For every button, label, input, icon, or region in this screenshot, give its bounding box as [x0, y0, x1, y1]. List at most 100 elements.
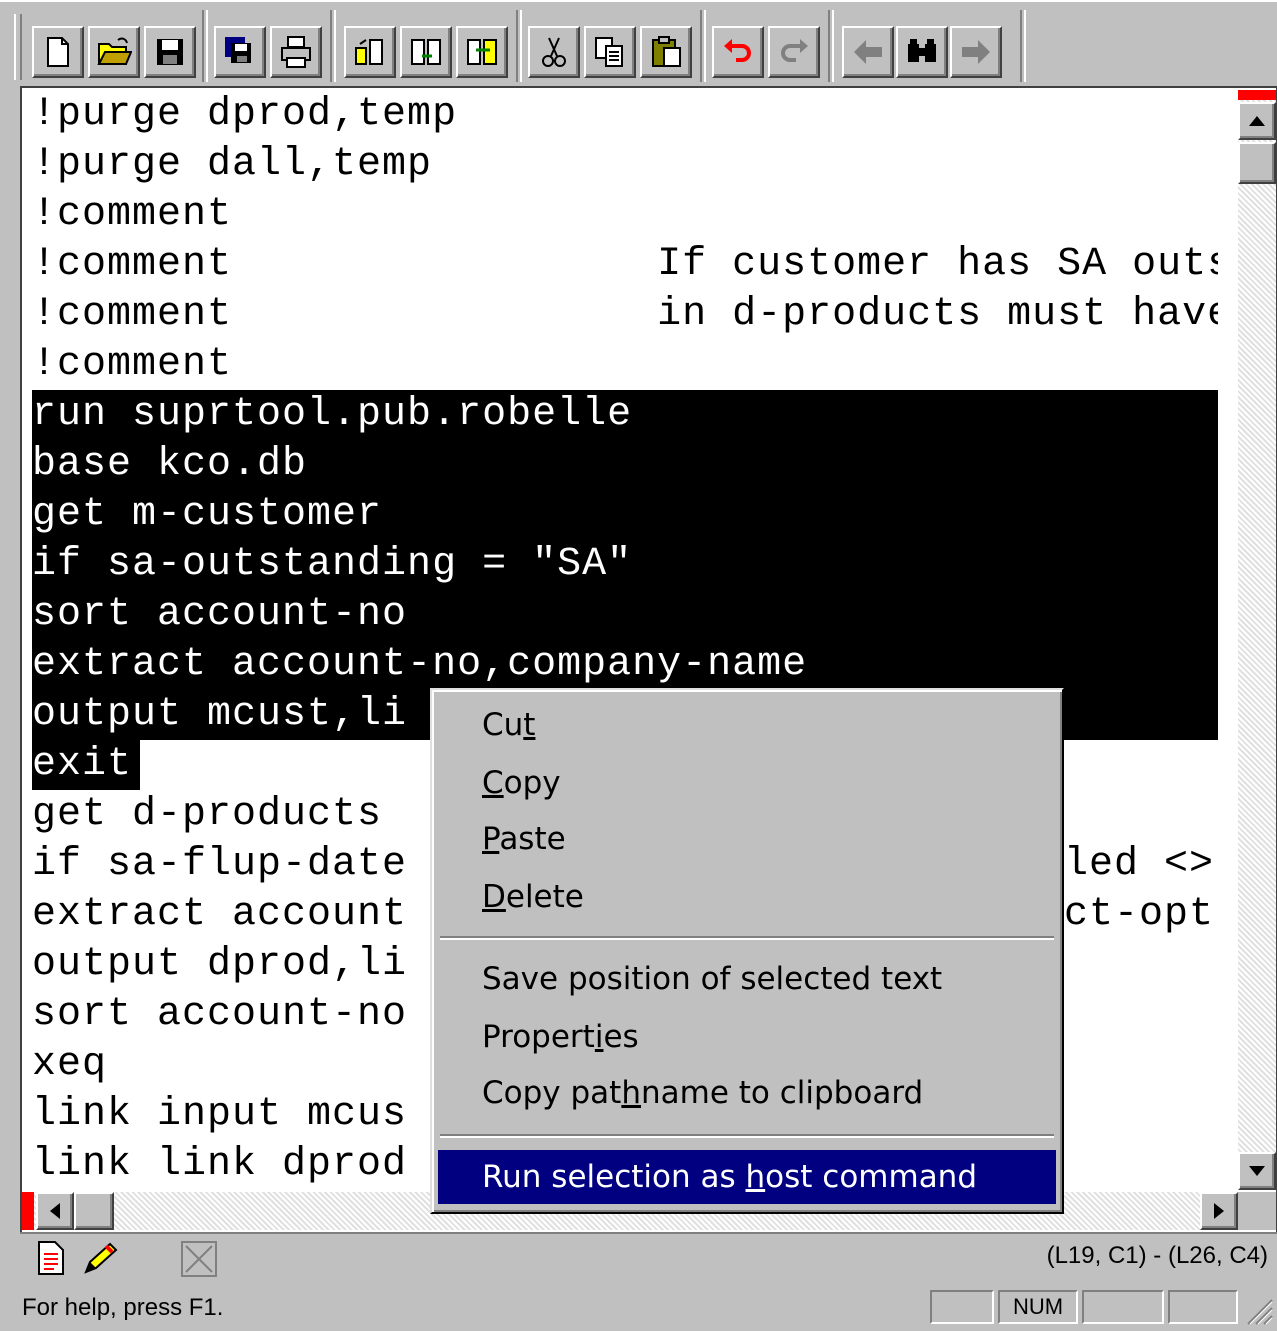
cut-button[interactable]: [528, 26, 580, 78]
document-icon[interactable]: [36, 1240, 66, 1281]
floppy-disk-icon: [157, 39, 183, 65]
open-folder-icon: [97, 37, 132, 65]
redo-arrow-icon: [781, 39, 808, 62]
scroll-down-button[interactable]: [1238, 1152, 1276, 1190]
code-line-selected: sort account-no: [32, 590, 408, 640]
clipboard-icon: [652, 36, 681, 67]
resize-grip-icon[interactable]: [1244, 1296, 1274, 1326]
red-position-marker: [1238, 90, 1276, 100]
toolbar-separator: [828, 10, 834, 82]
find-next-button[interactable]: [950, 26, 1002, 78]
right-arrow-icon: [962, 40, 990, 64]
print-button[interactable]: [270, 26, 322, 78]
new-document-icon: [47, 37, 69, 67]
open-folder-button[interactable]: [88, 26, 140, 78]
code-line-selected: output mcust,li: [32, 690, 408, 740]
code-line: xeq: [32, 1042, 108, 1087]
toolbar-separator: [202, 10, 208, 82]
menu-item-properties[interactable]: Properties: [438, 1010, 1056, 1064]
scroll-right-button[interactable]: [1200, 1192, 1238, 1230]
right-arrow-icon: [1214, 1203, 1224, 1219]
selection-position: (L19, C1) - (L26, C4): [1046, 1242, 1268, 1269]
context-menu: Cut Copy Paste Delete Save position of s…: [430, 688, 1064, 1214]
file-transfer-icon: [355, 39, 383, 65]
toolbar: [0, 0, 1277, 88]
code-line-selected: if sa-outstanding = "SA": [32, 540, 633, 590]
file-transfer-icon: [411, 39, 441, 65]
code-line: !comment: [32, 342, 233, 387]
toolbar-separator: [700, 10, 706, 82]
code-line: !purge dprod,temp: [32, 92, 458, 137]
horizontal-scroll-thumb[interactable]: [74, 1192, 114, 1230]
paste-button[interactable]: [640, 26, 692, 78]
code-line: link link dprod: [32, 1142, 408, 1187]
code-line: get d-products: [32, 792, 383, 837]
toolbar-separator: [516, 10, 522, 82]
code-line: if sa-flup-date: [32, 842, 408, 887]
vertical-scroll-thumb[interactable]: [1238, 142, 1276, 184]
document-status-bar: (L19, C1) - (L26, C4): [20, 1232, 1277, 1282]
new-document-button[interactable]: [32, 26, 84, 78]
code-line-selected: extract account-no,company-name: [32, 640, 808, 690]
menu-item-paste[interactable]: Paste: [438, 812, 1056, 866]
scroll-up-button[interactable]: [1238, 102, 1276, 140]
copy-icon: [595, 37, 623, 67]
menu-item-run-host-command[interactable]: Run selection as host command: [438, 1150, 1056, 1204]
up-arrow-icon: [1249, 116, 1265, 126]
code-line: !purge dall,temp: [32, 142, 433, 187]
help-text: For help, press F1.: [22, 1294, 224, 1321]
code-line-selected: run suprtool.pub.robelle: [32, 390, 633, 440]
menu-separator: [440, 936, 1054, 940]
code-line: !comment: [32, 192, 233, 237]
num-lock-indicator: NUM: [998, 1290, 1078, 1324]
scrollbar-corner: [1238, 1192, 1276, 1230]
pencil-edit-icon[interactable]: [80, 1240, 120, 1281]
menu-item-copy-pathname[interactable]: Copy pathname to clipboard: [438, 1066, 1056, 1120]
binoculars-icon: [908, 39, 936, 62]
find-previous-button[interactable]: [842, 26, 894, 78]
left-arrow-icon: [50, 1203, 60, 1219]
vertical-scrollbar[interactable]: [1238, 90, 1276, 1190]
code-line-selected: get m-customer: [32, 490, 383, 540]
status-panel-empty: [1082, 1290, 1164, 1324]
redo-button[interactable]: [768, 26, 820, 78]
multiple-floppy-icon: [225, 37, 251, 63]
code-line: sort account-no: [32, 992, 408, 1037]
tool-2-button[interactable]: [400, 26, 452, 78]
code-line: !comment If customer has SA outsta: [32, 242, 1218, 287]
toolbar-separator: [330, 10, 336, 82]
tool-3-button[interactable]: [456, 26, 508, 78]
find-button[interactable]: [896, 26, 948, 78]
code-line: link input mcus: [32, 1092, 408, 1137]
menu-separator: [440, 1134, 1054, 1138]
file-transfer-icon: [467, 39, 497, 65]
toolbar-end-separator: [1020, 10, 1026, 82]
code-line-fragment: ct-opt: [1064, 892, 1215, 937]
menu-item-delete[interactable]: Delete: [438, 870, 1056, 924]
status-bar: For help, press F1. NUM: [0, 1284, 1277, 1331]
down-arrow-icon: [1249, 1166, 1265, 1176]
status-panel-empty: [930, 1290, 994, 1324]
copy-button[interactable]: [584, 26, 636, 78]
left-arrow-icon: [854, 40, 882, 64]
scissors-icon: [542, 37, 566, 67]
code-line-selected: exit: [32, 740, 133, 790]
code-line: output dprod,li: [32, 942, 408, 987]
code-line: extract account: [32, 892, 408, 937]
save-button[interactable]: [144, 26, 196, 78]
save-all-button[interactable]: [214, 26, 266, 78]
status-panel-empty: [1168, 1290, 1238, 1324]
code-line-selected: base kco.db: [32, 440, 308, 490]
printer-icon: [281, 36, 311, 68]
undo-button[interactable]: [712, 26, 764, 78]
tool-1-button[interactable]: [344, 26, 396, 78]
undo-arrow-icon: [724, 39, 751, 62]
code-line-fragment: led <>: [1064, 842, 1215, 887]
menu-item-copy[interactable]: Copy: [438, 756, 1056, 810]
menu-item-save-position[interactable]: Save position of selected text: [438, 952, 1056, 1006]
close-document-icon[interactable]: [180, 1240, 218, 1283]
red-position-marker: [22, 1192, 34, 1230]
scroll-left-button[interactable]: [36, 1192, 74, 1230]
menu-item-cut[interactable]: Cut: [438, 698, 1056, 752]
toolbar-grip[interactable]: [14, 14, 22, 80]
